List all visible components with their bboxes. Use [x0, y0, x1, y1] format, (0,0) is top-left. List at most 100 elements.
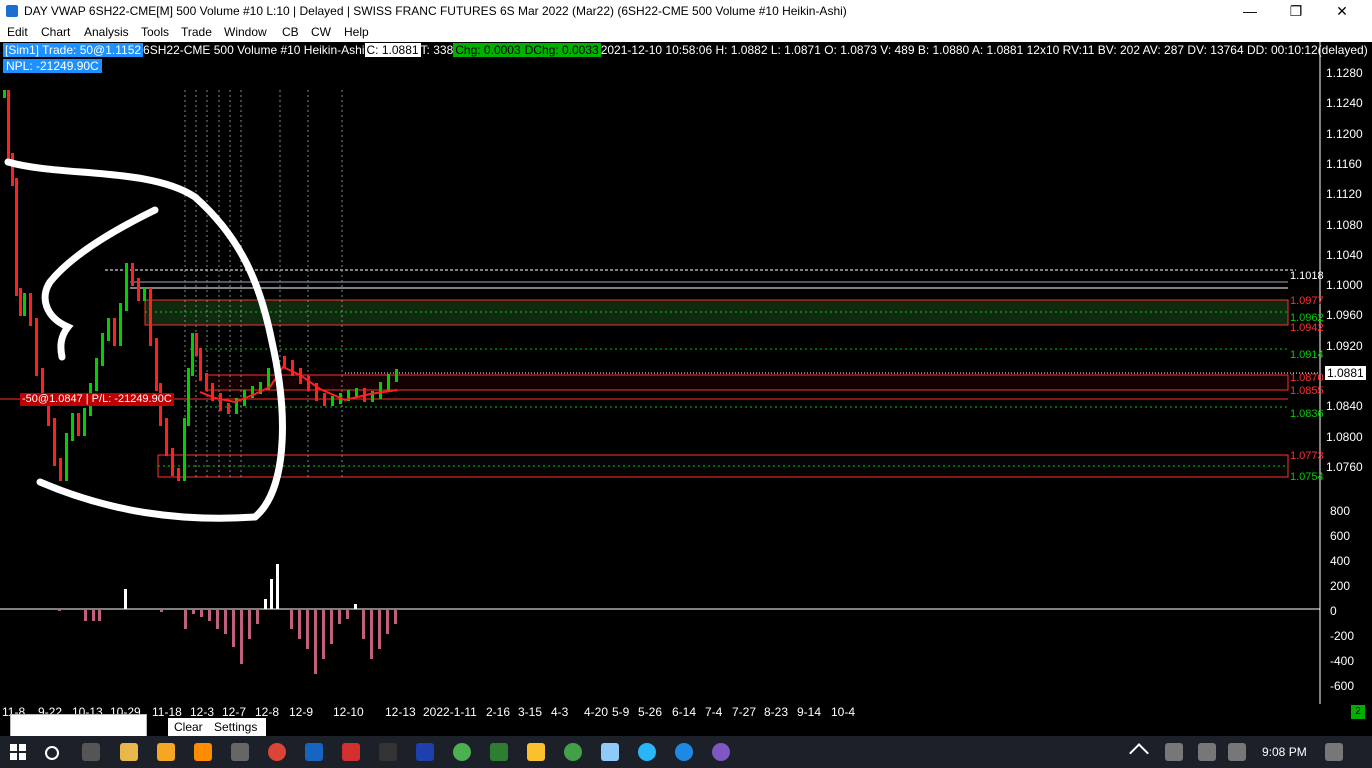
settings-button[interactable]: Settings [214, 718, 266, 736]
green-app-icon[interactable] [453, 743, 471, 761]
volume-bar [338, 609, 341, 624]
level-label: 1.0977 [1290, 295, 1324, 307]
minimize-button[interactable]: — [1227, 0, 1273, 23]
price-chart[interactable]: [Sim1] Trade: 50@1.1152 6SH22-CME 500 Vo… [0, 42, 1372, 704]
price-tick: 1.1080 [1326, 217, 1363, 232]
volume-bar [346, 609, 349, 619]
window-title: DAY VWAP 6SH22-CME[M] 500 Volume #10 L:1… [24, 4, 847, 18]
diamond-app-icon[interactable] [416, 743, 434, 761]
price-bar [191, 333, 194, 376]
clapper-icon[interactable] [231, 743, 249, 761]
volume-bar [92, 609, 95, 621]
minimized-window[interactable] [10, 714, 147, 738]
level-label: 1.0855 [1290, 385, 1324, 397]
image-app-icon[interactable] [601, 743, 619, 761]
vlc-icon[interactable] [194, 743, 212, 761]
network-tray-icon[interactable] [1165, 743, 1183, 761]
axis-badge[interactable]: 2 [1351, 705, 1365, 719]
menu-edit[interactable]: Edit [7, 25, 28, 39]
menu-bar: Edit Chart Analysis Tools Trade Window C… [0, 23, 1372, 42]
wifi-icon[interactable] [1198, 743, 1216, 761]
price-bar [7, 90, 10, 161]
price-bar [187, 368, 190, 426]
price-bar [379, 382, 382, 399]
volume-bar [370, 609, 373, 659]
menu-cb[interactable]: CB [282, 25, 299, 39]
price-bar [53, 418, 56, 466]
price-bar [101, 333, 104, 366]
time-tick: 7-27 [732, 705, 757, 719]
blue-app-icon[interactable] [675, 743, 693, 761]
volume-icon[interactable] [1228, 743, 1246, 761]
volume-tick: 400 [1330, 554, 1351, 568]
purple-app-icon[interactable] [712, 743, 730, 761]
menu-help[interactable]: Help [344, 25, 369, 39]
menu-chart[interactable]: Chart [41, 25, 70, 39]
price-bar [171, 448, 174, 476]
price-bar [137, 278, 140, 301]
menu-analysis[interactable]: Analysis [84, 25, 129, 39]
volume-bar [298, 609, 301, 639]
clear-button[interactable]: Clear [168, 718, 220, 736]
globe-app-icon[interactable] [564, 743, 582, 761]
volume-bar [322, 609, 325, 659]
price-bar [107, 318, 110, 341]
l-app-icon[interactable] [527, 743, 545, 761]
file-explorer-icon[interactable] [120, 743, 138, 761]
position-label[interactable]: -50@1.0847 | P/L: -21249.90C [20, 393, 174, 406]
task-view-icon[interactable] [82, 743, 100, 761]
notification-icon[interactable] [1325, 743, 1343, 761]
menu-window[interactable]: Window [224, 25, 267, 39]
price-bar [177, 468, 180, 481]
app-icon [6, 5, 18, 17]
volume-bar [306, 609, 309, 649]
fx-app-icon[interactable] [305, 743, 323, 761]
price-bar [227, 403, 230, 414]
price-bar [3, 90, 6, 98]
price-bar [331, 396, 334, 406]
chart-canvas[interactable] [0, 42, 1372, 704]
price-bar [183, 418, 186, 481]
clock[interactable]: 9:08 PM [1262, 745, 1307, 759]
time-tick: 2022-1-11 [423, 705, 477, 719]
menu-cw[interactable]: CW [311, 25, 331, 39]
close-button[interactable]: ✕ [1319, 0, 1365, 23]
level-label: 1.0870 [1290, 372, 1324, 384]
volume-bar [314, 609, 317, 674]
price-bar [307, 376, 310, 391]
price-tick: 1.0840 [1326, 399, 1363, 414]
price-bar [11, 153, 14, 186]
volume-bar [192, 609, 195, 614]
last-price-marker: 1.0881 [1325, 366, 1366, 380]
volume-tick: -200 [1330, 629, 1355, 643]
time-tick: 9-14 [797, 705, 822, 719]
leaf-app-icon[interactable] [490, 743, 508, 761]
time-tick: 12-10 [333, 705, 364, 719]
price-bar [95, 358, 98, 391]
search-icon[interactable] [45, 746, 59, 760]
taskbar: 9:08 PM [0, 736, 1372, 768]
windows-start-icon[interactable] [10, 744, 26, 760]
price-bar [165, 418, 168, 456]
media-player-icon[interactable] [157, 743, 175, 761]
maximize-button[interactable]: ❐ [1273, 0, 1319, 23]
time-tick: 6-14 [672, 705, 697, 719]
price-bar [77, 413, 80, 436]
level-label: 1.0836 [1290, 408, 1324, 420]
price-bar [155, 338, 158, 391]
chart-app-icon[interactable] [379, 743, 397, 761]
volume-bar [362, 609, 365, 639]
volume-bar [386, 609, 389, 634]
menu-trade[interactable]: Trade [181, 25, 212, 39]
menu-tools[interactable]: Tools [141, 25, 169, 39]
red-app-icon[interactable] [342, 743, 360, 761]
time-tick: 7-4 [705, 705, 723, 719]
time-tick: 12-8 [255, 705, 280, 719]
close-value: C: 1.0881 [364, 43, 421, 57]
chrome-icon[interactable] [268, 743, 286, 761]
chevron-up-icon[interactable] [1129, 743, 1149, 763]
price-tick: 1.0760 [1326, 459, 1363, 474]
time-tick: 2-16 [486, 705, 511, 719]
telegram-icon[interactable] [638, 743, 656, 761]
volume-tick: 200 [1330, 579, 1351, 593]
